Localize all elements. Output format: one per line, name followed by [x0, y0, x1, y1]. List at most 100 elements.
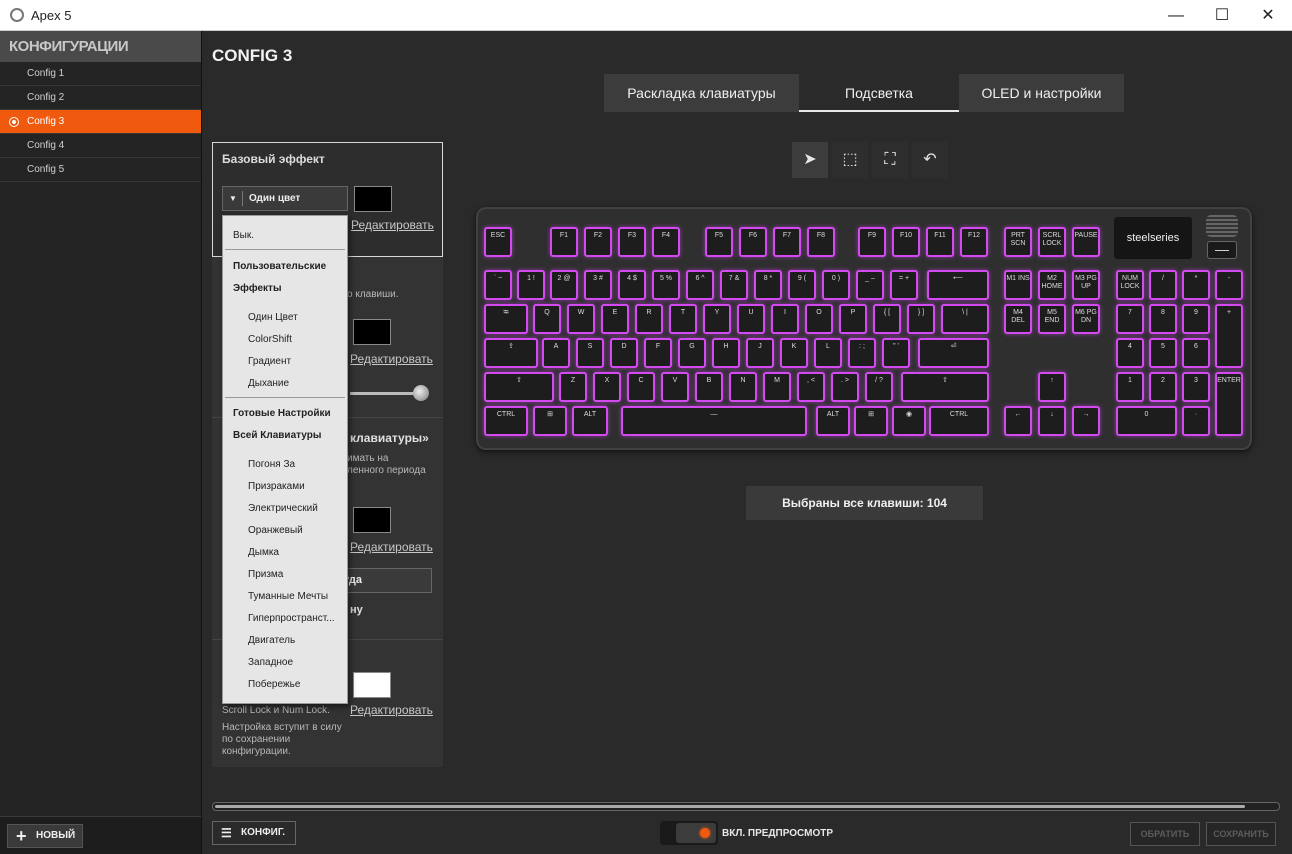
slider-knob[interactable]: [413, 385, 429, 401]
key-v[interactable]: V: [661, 372, 689, 402]
effect-select[interactable]: ▼ Один цвет: [222, 186, 348, 211]
dropdown-option-preset[interactable]: Призраками: [248, 481, 372, 492]
key-enter[interactable]: ⏎: [918, 338, 989, 368]
key-f1[interactable]: F1: [550, 227, 578, 257]
key-l[interactable]: L: [814, 338, 842, 368]
revert-button[interactable]: ОБРАТИТЬ: [1130, 822, 1200, 846]
key-x[interactable]: X: [593, 372, 621, 402]
key-g[interactable]: G: [678, 338, 706, 368]
key-f2[interactable]: F2: [584, 227, 612, 257]
key-period[interactable]: . >: [831, 372, 859, 402]
key-h[interactable]: H: [712, 338, 740, 368]
config-menu-button[interactable]: ☰ КОНФИГ.: [212, 821, 296, 845]
key-num8[interactable]: 8: [1149, 304, 1177, 334]
maximize-button[interactable]: ☐: [1199, 0, 1245, 31]
key-fn[interactable]: ◉: [892, 406, 926, 436]
edit-link-4[interactable]: Редактировать: [350, 703, 433, 717]
key-lctrl[interactable]: CTRL: [484, 406, 528, 436]
key-rctrl[interactable]: CTRL: [929, 406, 989, 436]
key-numenter[interactable]: ENTER: [1215, 372, 1243, 436]
dropdown-option-preset[interactable]: Призма: [248, 569, 372, 580]
key-r[interactable]: R: [635, 304, 663, 334]
key-n5[interactable]: 5 %: [652, 270, 680, 300]
key-f6[interactable]: F6: [739, 227, 767, 257]
key-nummul[interactable]: *: [1182, 270, 1210, 300]
key-t[interactable]: T: [669, 304, 697, 334]
key-down[interactable]: ↓: [1038, 406, 1066, 436]
key-q[interactable]: Q: [533, 304, 561, 334]
tab-keyboard-layout[interactable]: Раскладка клавиатуры: [604, 74, 799, 112]
save-button[interactable]: СОХРАНИТЬ: [1206, 822, 1276, 846]
sidebar-item-config-5[interactable]: Config 5: [0, 158, 201, 182]
key-b[interactable]: B: [695, 372, 723, 402]
key-num1[interactable]: 1: [1116, 372, 1144, 402]
key-lwin[interactable]: ⊞: [533, 406, 567, 436]
key-num7[interactable]: 7: [1116, 304, 1144, 334]
dropdown-option-colorshift[interactable]: ColorShift: [248, 334, 372, 345]
dropdown-option-breathing[interactable]: Дыхание: [248, 378, 372, 389]
key-rshift[interactable]: ⇧: [901, 372, 989, 402]
key-w[interactable]: W: [567, 304, 595, 334]
key-rwin[interactable]: ⊞: [854, 406, 888, 436]
key-f4[interactable]: F4: [652, 227, 680, 257]
key-n8[interactable]: 8 *: [754, 270, 782, 300]
key-right[interactable]: →: [1072, 406, 1100, 436]
new-config-button[interactable]: + НОВЫЙ: [7, 824, 83, 848]
box-select-tool-icon[interactable]: ⬚: [832, 142, 868, 178]
dropdown-option-preset[interactable]: Побережье: [248, 679, 372, 690]
key-num3[interactable]: 3: [1182, 372, 1210, 402]
key-m5[interactable]: M5 END: [1038, 304, 1066, 334]
key-n2[interactable]: 2 @: [550, 270, 578, 300]
key-i[interactable]: I: [771, 304, 799, 334]
key-numlock[interactable]: NUM LOCK: [1116, 270, 1144, 300]
dropdown-option-solid[interactable]: Один Цвет: [248, 312, 372, 323]
key-y[interactable]: Y: [703, 304, 731, 334]
key-num2[interactable]: 2: [1149, 372, 1177, 402]
key-p[interactable]: P: [839, 304, 867, 334]
key-f12[interactable]: F12: [960, 227, 988, 257]
key-a[interactable]: A: [542, 338, 570, 368]
key-m2[interactable]: M2 HOME: [1038, 270, 1066, 300]
select-all-tool-icon[interactable]: ⛶: [872, 142, 908, 178]
key-quote[interactable]: " ': [882, 338, 910, 368]
key-prtscn[interactable]: PRT SCN: [1004, 227, 1032, 257]
dropdown-option-preset[interactable]: Туманные Мечты: [248, 591, 372, 602]
sidebar-item-config-2[interactable]: Config 2: [0, 86, 201, 110]
key-n4[interactable]: 4 $: [618, 270, 646, 300]
key-tilde[interactable]: ` ~: [484, 270, 512, 300]
key-n9[interactable]: 9 (: [788, 270, 816, 300]
key-u[interactable]: U: [737, 304, 765, 334]
key-f10[interactable]: F10: [892, 227, 920, 257]
dropdown-option-preset[interactable]: Дымка: [248, 547, 372, 558]
key-j[interactable]: J: [746, 338, 774, 368]
undo-tool-icon[interactable]: ↶: [912, 142, 948, 178]
key-num4[interactable]: 4: [1116, 338, 1144, 368]
key-numdiv[interactable]: /: [1149, 270, 1177, 300]
key-m4[interactable]: M4 DEL: [1004, 304, 1032, 334]
key-numadd[interactable]: +: [1215, 304, 1243, 368]
key-m[interactable]: M: [763, 372, 791, 402]
key-n1[interactable]: 1 !: [517, 270, 545, 300]
base-color-swatch[interactable]: [354, 186, 392, 212]
key-f8[interactable]: F8: [807, 227, 835, 257]
minimize-button[interactable]: —: [1153, 0, 1199, 31]
tab-lighting[interactable]: Подсветка: [799, 74, 959, 112]
tab-oled-settings[interactable]: OLED и настройки: [959, 74, 1124, 112]
key-lalt[interactable]: ALT: [572, 406, 608, 436]
key-k[interactable]: K: [780, 338, 808, 368]
key-rbracket[interactable]: } ]: [907, 304, 935, 334]
select-tool-icon[interactable]: ➤: [792, 142, 828, 178]
dropdown-option-preset[interactable]: Электрический: [248, 503, 372, 514]
key-f11[interactable]: F11: [926, 227, 954, 257]
key-space[interactable]: —: [621, 406, 807, 436]
key-o[interactable]: O: [805, 304, 833, 334]
key-n6[interactable]: 6 ^: [686, 270, 714, 300]
scrollbar-thumb[interactable]: [215, 805, 1245, 808]
sidebar-item-config-4[interactable]: Config 4: [0, 134, 201, 158]
key-num9[interactable]: 9: [1182, 304, 1210, 334]
key-scrlock[interactable]: SCRL LOCK: [1038, 227, 1066, 257]
key-f3[interactable]: F3: [618, 227, 646, 257]
key-m1[interactable]: M1 INS: [1004, 270, 1032, 300]
dropdown-option-off[interactable]: Вык.: [233, 230, 357, 241]
key-esc[interactable]: ESC: [484, 227, 512, 257]
